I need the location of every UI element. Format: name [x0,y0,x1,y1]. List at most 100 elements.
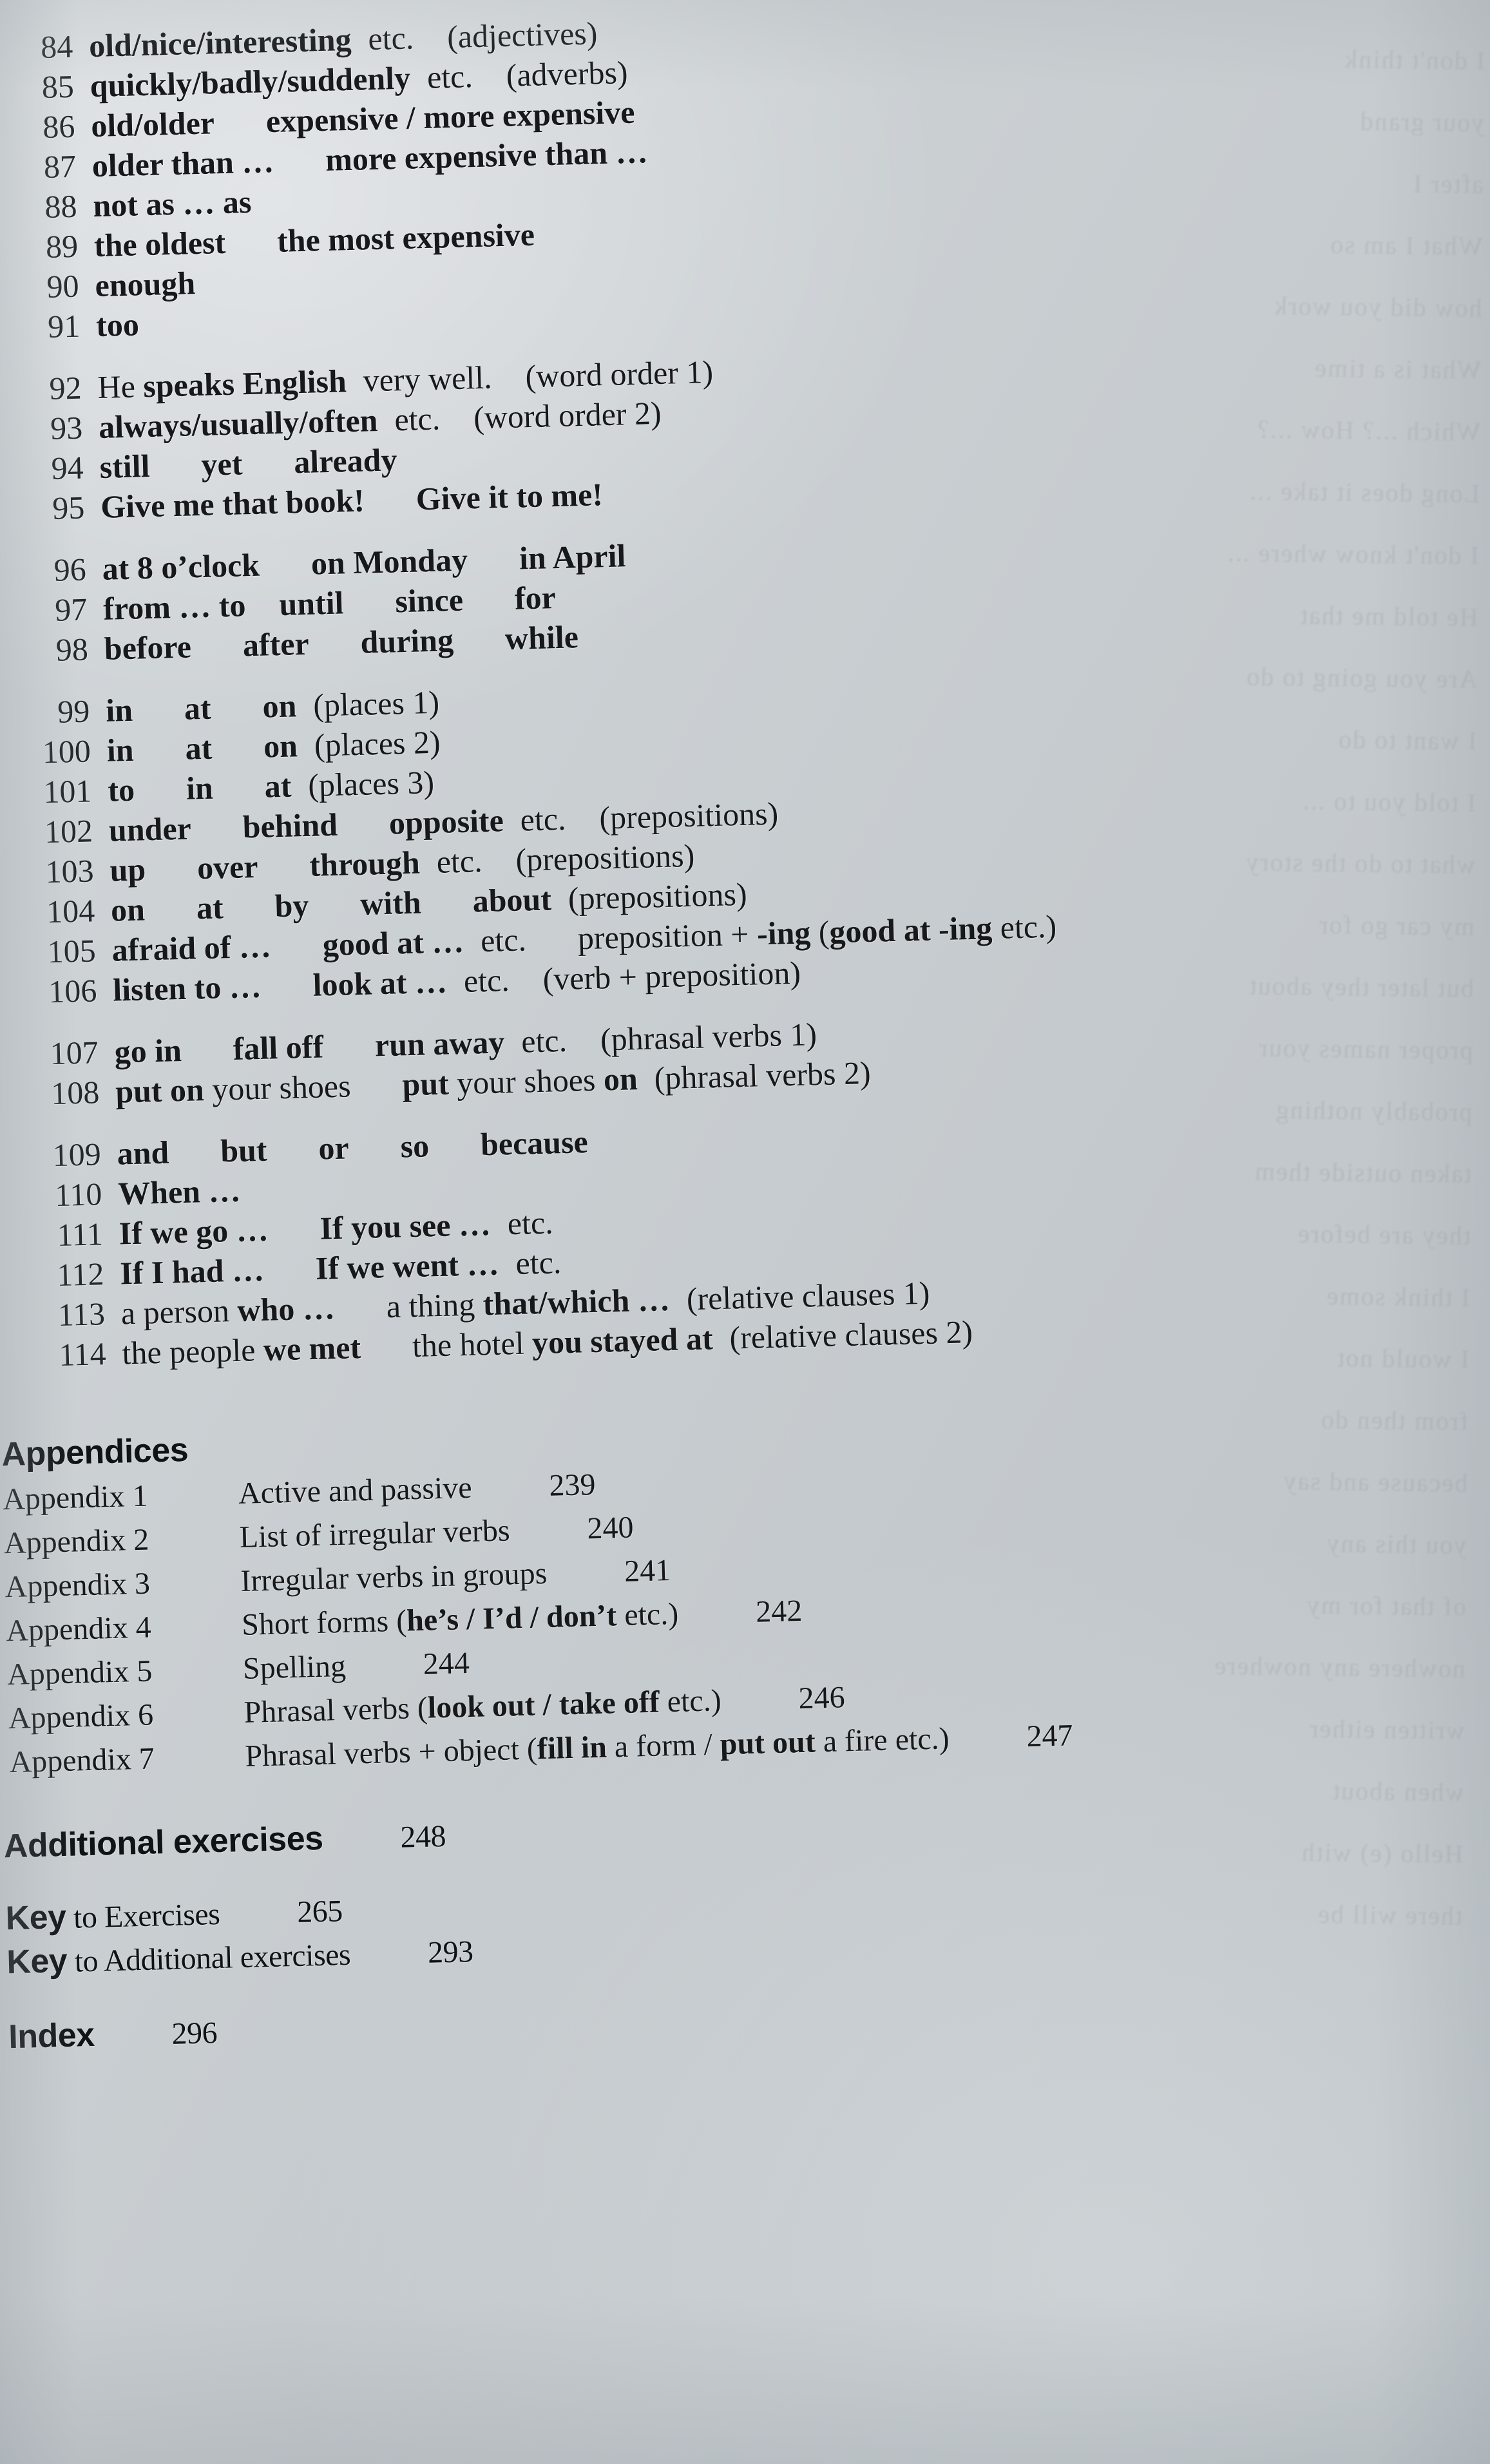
appendix-title: Spelling 244 [242,1646,470,1686]
text-run: (places 2) [314,723,441,763]
text-run: (adjectives) [446,15,598,55]
unit-number: 104 [46,892,95,930]
text-run: more expensive than … [325,133,649,178]
page-number: 240 [586,1510,635,1546]
page-number: 265 [296,1894,343,1929]
text-run: for [514,579,557,616]
unit-number: 98 [55,631,89,668]
text-run: etc.) [659,1683,722,1719]
back-matter-head: Additional exercises [3,1819,324,1866]
text-run: we met [263,1329,361,1368]
text-run: during [359,622,454,660]
text-run: look at … [312,963,448,1003]
text-run: etc. [480,921,527,959]
text-run: at [184,689,212,727]
text-run: the hotel [412,1324,533,1364]
text-run: If you see … [319,1205,492,1246]
unit-entry: the oldest the most expensive [93,216,535,263]
text-run: from … to [102,587,247,627]
unit-number: 112 [56,1256,105,1294]
text-run: until [278,584,345,622]
text-run: (prepositions) [598,795,779,836]
appendix-label: Appendix 2 [3,1522,149,1561]
unit-number: 85 [41,68,75,106]
appendices-heading: Appendices [1,1431,189,1474]
unit-number: 109 [52,1136,102,1174]
text-run: under [108,810,192,848]
text-run: (prepositions) [515,837,695,878]
back-matter-rest: to Additional exercises [66,1937,351,1979]
text-run: good at -ing [828,910,993,950]
text-run: while [504,618,579,657]
unit-number: 107 [50,1034,99,1072]
text-run: (places 1) [312,683,440,723]
text-run: etc. [521,1022,568,1060]
appendix-label: Appendix 3 [4,1566,151,1605]
text-run: so [399,1127,430,1165]
text-run: and [116,1134,169,1172]
back-matter-head: Key [6,1942,68,1982]
unit-entry: When … [118,1172,242,1212]
text-run: If we go … [119,1211,269,1252]
page-number: 247 [1026,1718,1074,1754]
text-run: etc.) [991,908,1057,946]
text-run: put out [720,1724,816,1762]
text-run: already [293,441,398,481]
text-run: opposite [388,802,504,841]
unit-number: 114 [58,1335,107,1373]
book-page: I don't think your grand after I What I … [0,0,1490,2464]
unit-number: 93 [50,409,83,446]
text-run: over [196,848,259,886]
unit-entry: If I had … If we went … etc. [120,1244,562,1291]
text-run: up [109,851,146,888]
unit-number: 88 [44,187,78,225]
text-run: because [480,1123,589,1163]
text-run: look out / take off [427,1685,660,1725]
unit-number: 108 [50,1074,100,1112]
text-run: or [318,1129,350,1167]
text-run: at 8 o’clock [102,546,260,587]
unit-number: 84 [40,28,73,66]
appendix-title: List of irregular verbs 240 [239,1510,635,1554]
additional-exercises: Additional exercises 248 [3,1816,446,1866]
key-to-additional: Key to Additional exercises 293 [6,1931,474,1982]
text-run: Short forms ( [241,1603,407,1642]
text-run: preposition + [577,915,758,957]
unit-number: 86 [42,108,76,146]
unit-number: 90 [46,267,80,305]
text-run: still [99,447,151,485]
unit-entry: in at on (places 1) [106,683,440,729]
text-run: If we went … [315,1245,500,1286]
text-run: listen to … [112,968,262,1008]
text-run: with [359,884,422,922]
printed-text-block: 84 old/nice/interesting etc. (adjectives) 85… [0,0,1490,2464]
unit-entry: from … to until since for [102,579,557,627]
appendix-label: Appendix 7 [8,1741,155,1780]
text-run: He [97,368,144,405]
